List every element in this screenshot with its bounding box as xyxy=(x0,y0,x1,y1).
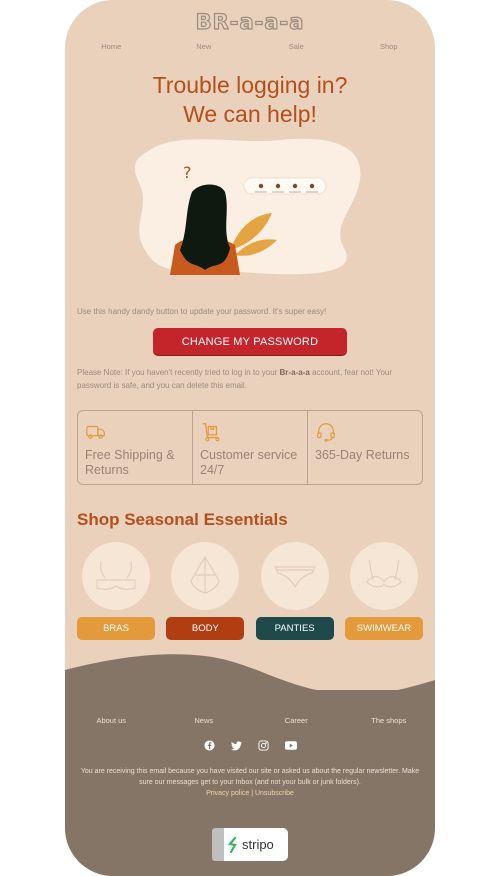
bra-icon xyxy=(96,561,136,590)
footer-nav: About us News Career The shops xyxy=(65,716,435,725)
hero-title: Trouble logging in? We can help! xyxy=(65,71,435,129)
nav-shop[interactable]: Shop xyxy=(343,42,436,51)
headset-icon xyxy=(317,423,335,442)
facebook-icon[interactable] xyxy=(203,739,216,752)
unsubscribe-link[interactable]: Unsubscribe xyxy=(255,790,294,797)
hand-truck-icon xyxy=(202,423,220,442)
bras-button[interactable]: BRAS xyxy=(77,617,155,640)
nav-sale[interactable]: Sale xyxy=(250,42,343,51)
footer-link-shops[interactable]: The shops xyxy=(343,716,436,725)
footer-link-news[interactable]: News xyxy=(158,716,251,725)
social-links xyxy=(65,739,435,752)
features-box: Free Shipping & Returns Customer service… xyxy=(77,410,423,485)
product-image-body[interactable] xyxy=(171,542,240,610)
footer: About us News Career The shops You are r… xyxy=(65,650,435,876)
privacy-link[interactable]: Privacy police xyxy=(206,790,249,797)
stripo-badge[interactable]: stripo xyxy=(212,828,288,861)
youtube-icon[interactable] xyxy=(284,739,297,752)
top-nav: Home New Sale Shop xyxy=(65,42,435,51)
twitter-icon[interactable] xyxy=(230,739,243,752)
product-bras: BRAS xyxy=(77,542,155,640)
stripo-badge-main: stripo xyxy=(224,828,288,861)
footer-link-career[interactable]: Career xyxy=(250,716,343,725)
stripo-badge-side xyxy=(212,828,224,861)
product-panties: PANTIES xyxy=(255,542,334,640)
product-image-swimwear[interactable] xyxy=(349,542,418,610)
feature-shipping: Free Shipping & Returns xyxy=(78,411,193,484)
nav-new[interactable]: New xyxy=(158,42,251,51)
product-image-panties[interactable] xyxy=(260,542,329,610)
shop-section-title: Shop Seasonal Essentials xyxy=(77,510,288,529)
change-password-button[interactable]: CHANGE MY PASSWORD xyxy=(153,328,347,355)
intro-text: Use this handy dandy button to update yo… xyxy=(77,307,327,316)
brand-logo[interactable]: BR-a-a-a xyxy=(65,9,435,34)
footer-wave xyxy=(65,654,435,710)
truck-icon xyxy=(86,425,105,439)
feature-customer-service: Customer service 24/7 xyxy=(193,411,308,484)
body-button[interactable]: BODY xyxy=(166,617,245,640)
product-body: BODY xyxy=(166,542,245,640)
stripo-logo-icon xyxy=(228,836,237,853)
panties-icon xyxy=(273,566,316,589)
footer-link-about[interactable]: About us xyxy=(65,716,158,725)
swimwear-button[interactable]: SWIMWEAR xyxy=(344,617,423,640)
question-mark-icon: ? xyxy=(183,163,192,182)
panties-button[interactable]: PANTIES xyxy=(255,617,334,640)
hero-title-line1: Trouble logging in? xyxy=(152,72,348,98)
nav-home[interactable]: Home xyxy=(65,42,158,51)
instagram-icon[interactable] xyxy=(257,739,270,752)
note-text: Please Note: If you haven't recently tri… xyxy=(77,368,393,390)
product-swimwear: SWIMWEAR xyxy=(344,542,423,640)
hero-illustration: ? xyxy=(134,138,361,275)
swimwear-icon xyxy=(366,559,402,588)
legal-text: You are receiving this email because you… xyxy=(80,768,420,797)
feature-returns: 365-Day Returns xyxy=(308,411,422,484)
hero-title-line2: We can help! xyxy=(183,101,317,127)
email-container: BR-a-a-a Home New Sale Shop Trouble logg… xyxy=(65,0,435,876)
product-image-bras[interactable] xyxy=(82,542,150,610)
bodysuit-icon xyxy=(190,555,220,594)
product-categories: BRAS BODY PANTIES SWIMWEAR xyxy=(77,542,423,640)
